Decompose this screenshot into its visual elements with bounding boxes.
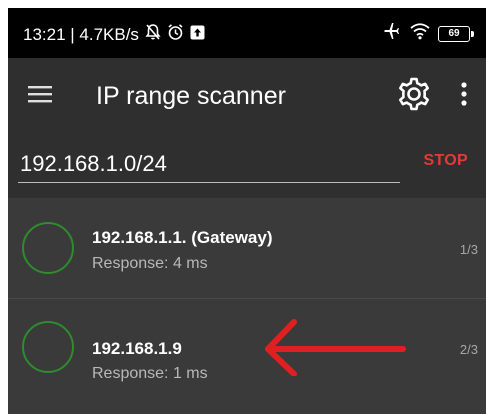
app-bar: IP range scanner — [8, 58, 486, 136]
host-name: 192.168.1.1. (Gateway) — [92, 228, 273, 247]
gear-icon[interactable] — [396, 76, 432, 112]
stop-button[interactable]: STOP — [424, 152, 468, 170]
battery-icon: 69 — [438, 25, 474, 42]
upload-notification-icon — [190, 25, 205, 45]
status-time-speed: 13:21 | 4.7KB/s — [23, 24, 139, 44]
red-arrow-annotation-icon — [250, 312, 410, 377]
status-left: 13:21 | 4.7KB/s — [23, 23, 205, 46]
more-vert-icon[interactable] — [456, 78, 472, 110]
wifi-icon — [410, 22, 430, 45]
battery-level: 69 — [448, 27, 460, 39]
muted-bell-icon — [145, 23, 161, 46]
airplane-mode-icon — [382, 21, 402, 46]
alarm-clock-icon — [167, 23, 184, 46]
result-row-gateway[interactable]: 192.168.1.1. (Gateway) Response: 4 ms 1/… — [8, 198, 486, 299]
status-right: 69 — [382, 21, 474, 46]
host-counter: 2/3 — [459, 342, 478, 357]
app-title: IP range scanner — [96, 82, 286, 110]
phone-screen: 13:21 | 4.7KB/s 69 IP range scanner 192.… — [8, 8, 486, 414]
host-counter: 1/3 — [459, 242, 478, 257]
result-row-host[interactable]: 192.168.1.9 Response: 1 ms 2/3 — [8, 299, 486, 399]
scan-input-row: STOP — [8, 136, 486, 198]
scan-result-list: 192.168.1.1. (Gateway) Response: 4 ms 1/… — [8, 198, 486, 414]
hamburger-menu-icon[interactable] — [28, 84, 52, 104]
ip-range-input[interactable] — [18, 146, 400, 183]
online-status-ring-icon — [22, 222, 74, 274]
host-response-time: Response: 4 ms — [92, 255, 208, 272]
host-response-time: Response: 1 ms — [92, 365, 208, 382]
host-name: 192.168.1.9 — [92, 339, 182, 358]
online-status-ring-icon — [22, 321, 74, 373]
status-bar: 13:21 | 4.7KB/s 69 — [8, 8, 486, 58]
